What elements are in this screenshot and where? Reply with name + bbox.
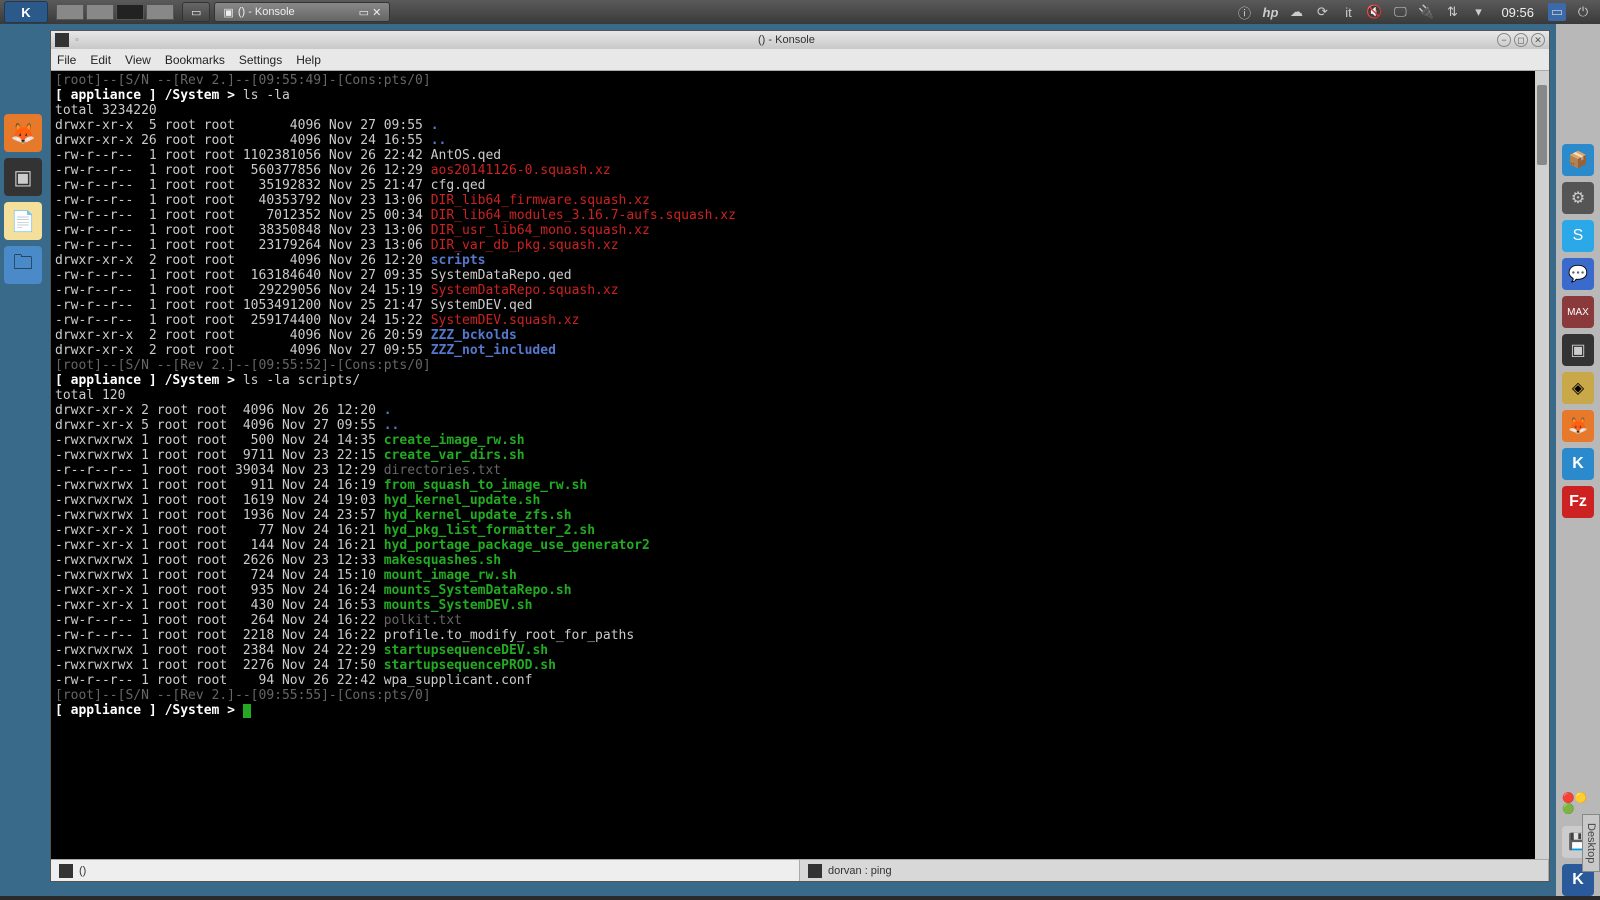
- terminal-dock-icon[interactable]: ▣: [1562, 334, 1594, 366]
- window-icon: ▭: [191, 6, 201, 19]
- konsole-tab-2[interactable]: dorvan : ping: [800, 860, 1549, 881]
- show-desktop-icon[interactable]: ▭: [1548, 3, 1566, 21]
- menu-file[interactable]: File: [57, 53, 76, 67]
- ide-icon[interactable]: ◈: [1562, 372, 1594, 404]
- terminal-scrollbar[interactable]: [1535, 71, 1549, 859]
- volume-icon[interactable]: 🔇: [1365, 3, 1383, 21]
- window-titlebar[interactable]: ◦ () - Konsole − ◻ ✕: [51, 31, 1549, 49]
- menu-bookmarks[interactable]: Bookmarks: [165, 53, 225, 67]
- keyboard-layout-indicator[interactable]: it: [1339, 3, 1357, 21]
- terminal-tab-icon: [59, 864, 73, 878]
- network-icon[interactable]: ⇅: [1443, 3, 1461, 21]
- system-tray: ⓘ hp ☁ ⟳ it 🔇 🖵 🔌 ⇅ ▾ 09:56 ▭ ⏻: [1227, 3, 1600, 21]
- minimize-button[interactable]: −: [1497, 33, 1511, 47]
- pager-desktop-2[interactable]: [86, 4, 114, 20]
- desktop-tab[interactable]: Desktop: [1582, 814, 1600, 872]
- left-dock: 🦊 ▣ 📄 🗀: [0, 24, 46, 288]
- skype-icon[interactable]: S: [1562, 220, 1594, 252]
- firefox-dock-icon[interactable]: 🦊: [1562, 410, 1594, 442]
- terminal-launcher-icon[interactable]: ▣: [4, 158, 42, 196]
- terminal-tab-icon: [808, 864, 822, 878]
- cloud-icon[interactable]: ☁: [1287, 3, 1305, 21]
- menu-view[interactable]: View: [125, 53, 151, 67]
- chat-icon[interactable]: 💬: [1562, 258, 1594, 290]
- firefox-icon[interactable]: 🦊: [4, 114, 42, 152]
- clock[interactable]: 09:56: [1495, 5, 1540, 20]
- menu-settings[interactable]: Settings: [239, 53, 282, 67]
- taskbar-item-konsole[interactable]: ▣ () - Konsole ▭ ✕: [214, 2, 390, 22]
- pager-desktop-3[interactable]: [116, 4, 144, 20]
- konsole-tabbar: () dorvan : ping: [51, 859, 1549, 881]
- taskbar: ▭ ▣ () - Konsole ▭ ✕: [182, 2, 1227, 22]
- top-panel: K ▭ ▣ () - Konsole ▭ ✕ ⓘ hp ☁ ⟳ it 🔇 🖵 🔌…: [0, 0, 1600, 24]
- window-app-icon: [55, 33, 69, 47]
- filezilla-icon[interactable]: Fz: [1562, 486, 1594, 518]
- taskbar-item-label: () - Konsole: [238, 6, 295, 18]
- refresh-icon[interactable]: ⟳: [1313, 3, 1331, 21]
- kontact-icon[interactable]: K: [1562, 448, 1594, 480]
- terminal-area: [root]--[S/N --[Rev 2.]--[09:55:49]-[Con…: [51, 71, 1549, 859]
- info-icon[interactable]: ⓘ: [1235, 3, 1253, 21]
- right-dock: 📦 ⚙ S 💬 MAX ▣ ◈ 🦊 K Fz 🔴🟡🟢 💾 K Desktop: [1556, 24, 1600, 900]
- virtualbox-icon[interactable]: 📦: [1562, 144, 1594, 176]
- battery-icon[interactable]: 🔌: [1417, 3, 1435, 21]
- pager-desktop-1[interactable]: [56, 4, 84, 20]
- konsole-tab-1[interactable]: (): [51, 860, 800, 881]
- display-icon[interactable]: 🖵: [1391, 3, 1409, 21]
- window-title: () - Konsole: [79, 34, 1494, 46]
- gear-icon[interactable]: ⚙: [1562, 182, 1594, 214]
- terminal-icon: ▣: [223, 6, 233, 19]
- scrollbar-thumb[interactable]: [1537, 85, 1547, 165]
- menubar: File Edit View Bookmarks Settings Help: [51, 49, 1549, 71]
- maximize-button[interactable]: ◻: [1514, 33, 1528, 47]
- bottom-panel: [0, 896, 1600, 900]
- text-editor-icon[interactable]: 📄: [4, 202, 42, 240]
- hp-logo-icon[interactable]: hp: [1261, 3, 1279, 21]
- menu-help[interactable]: Help: [296, 53, 321, 67]
- close-icon[interactable]: ▭ ✕: [359, 6, 382, 19]
- close-button[interactable]: ✕: [1531, 33, 1545, 47]
- chevron-down-icon[interactable]: ▾: [1469, 3, 1487, 21]
- logout-icon[interactable]: ⏻: [1574, 3, 1592, 21]
- max-icon[interactable]: MAX: [1562, 296, 1594, 328]
- pager-desktop-4[interactable]: [146, 4, 174, 20]
- menu-edit[interactable]: Edit: [90, 53, 111, 67]
- konsole-tab-label: dorvan : ping: [828, 865, 892, 877]
- konsole-tab-label: (): [79, 865, 86, 877]
- virtual-desktop-pager[interactable]: [56, 4, 174, 20]
- kmenu-button[interactable]: K: [4, 1, 48, 23]
- terminal-output[interactable]: [root]--[S/N --[Rev 2.]--[09:55:49]-[Con…: [51, 71, 1535, 859]
- konsole-window: ◦ () - Konsole − ◻ ✕ File Edit View Book…: [50, 30, 1550, 882]
- taskbar-item-1[interactable]: ▭: [182, 2, 210, 22]
- file-manager-icon[interactable]: 🗀: [4, 246, 42, 284]
